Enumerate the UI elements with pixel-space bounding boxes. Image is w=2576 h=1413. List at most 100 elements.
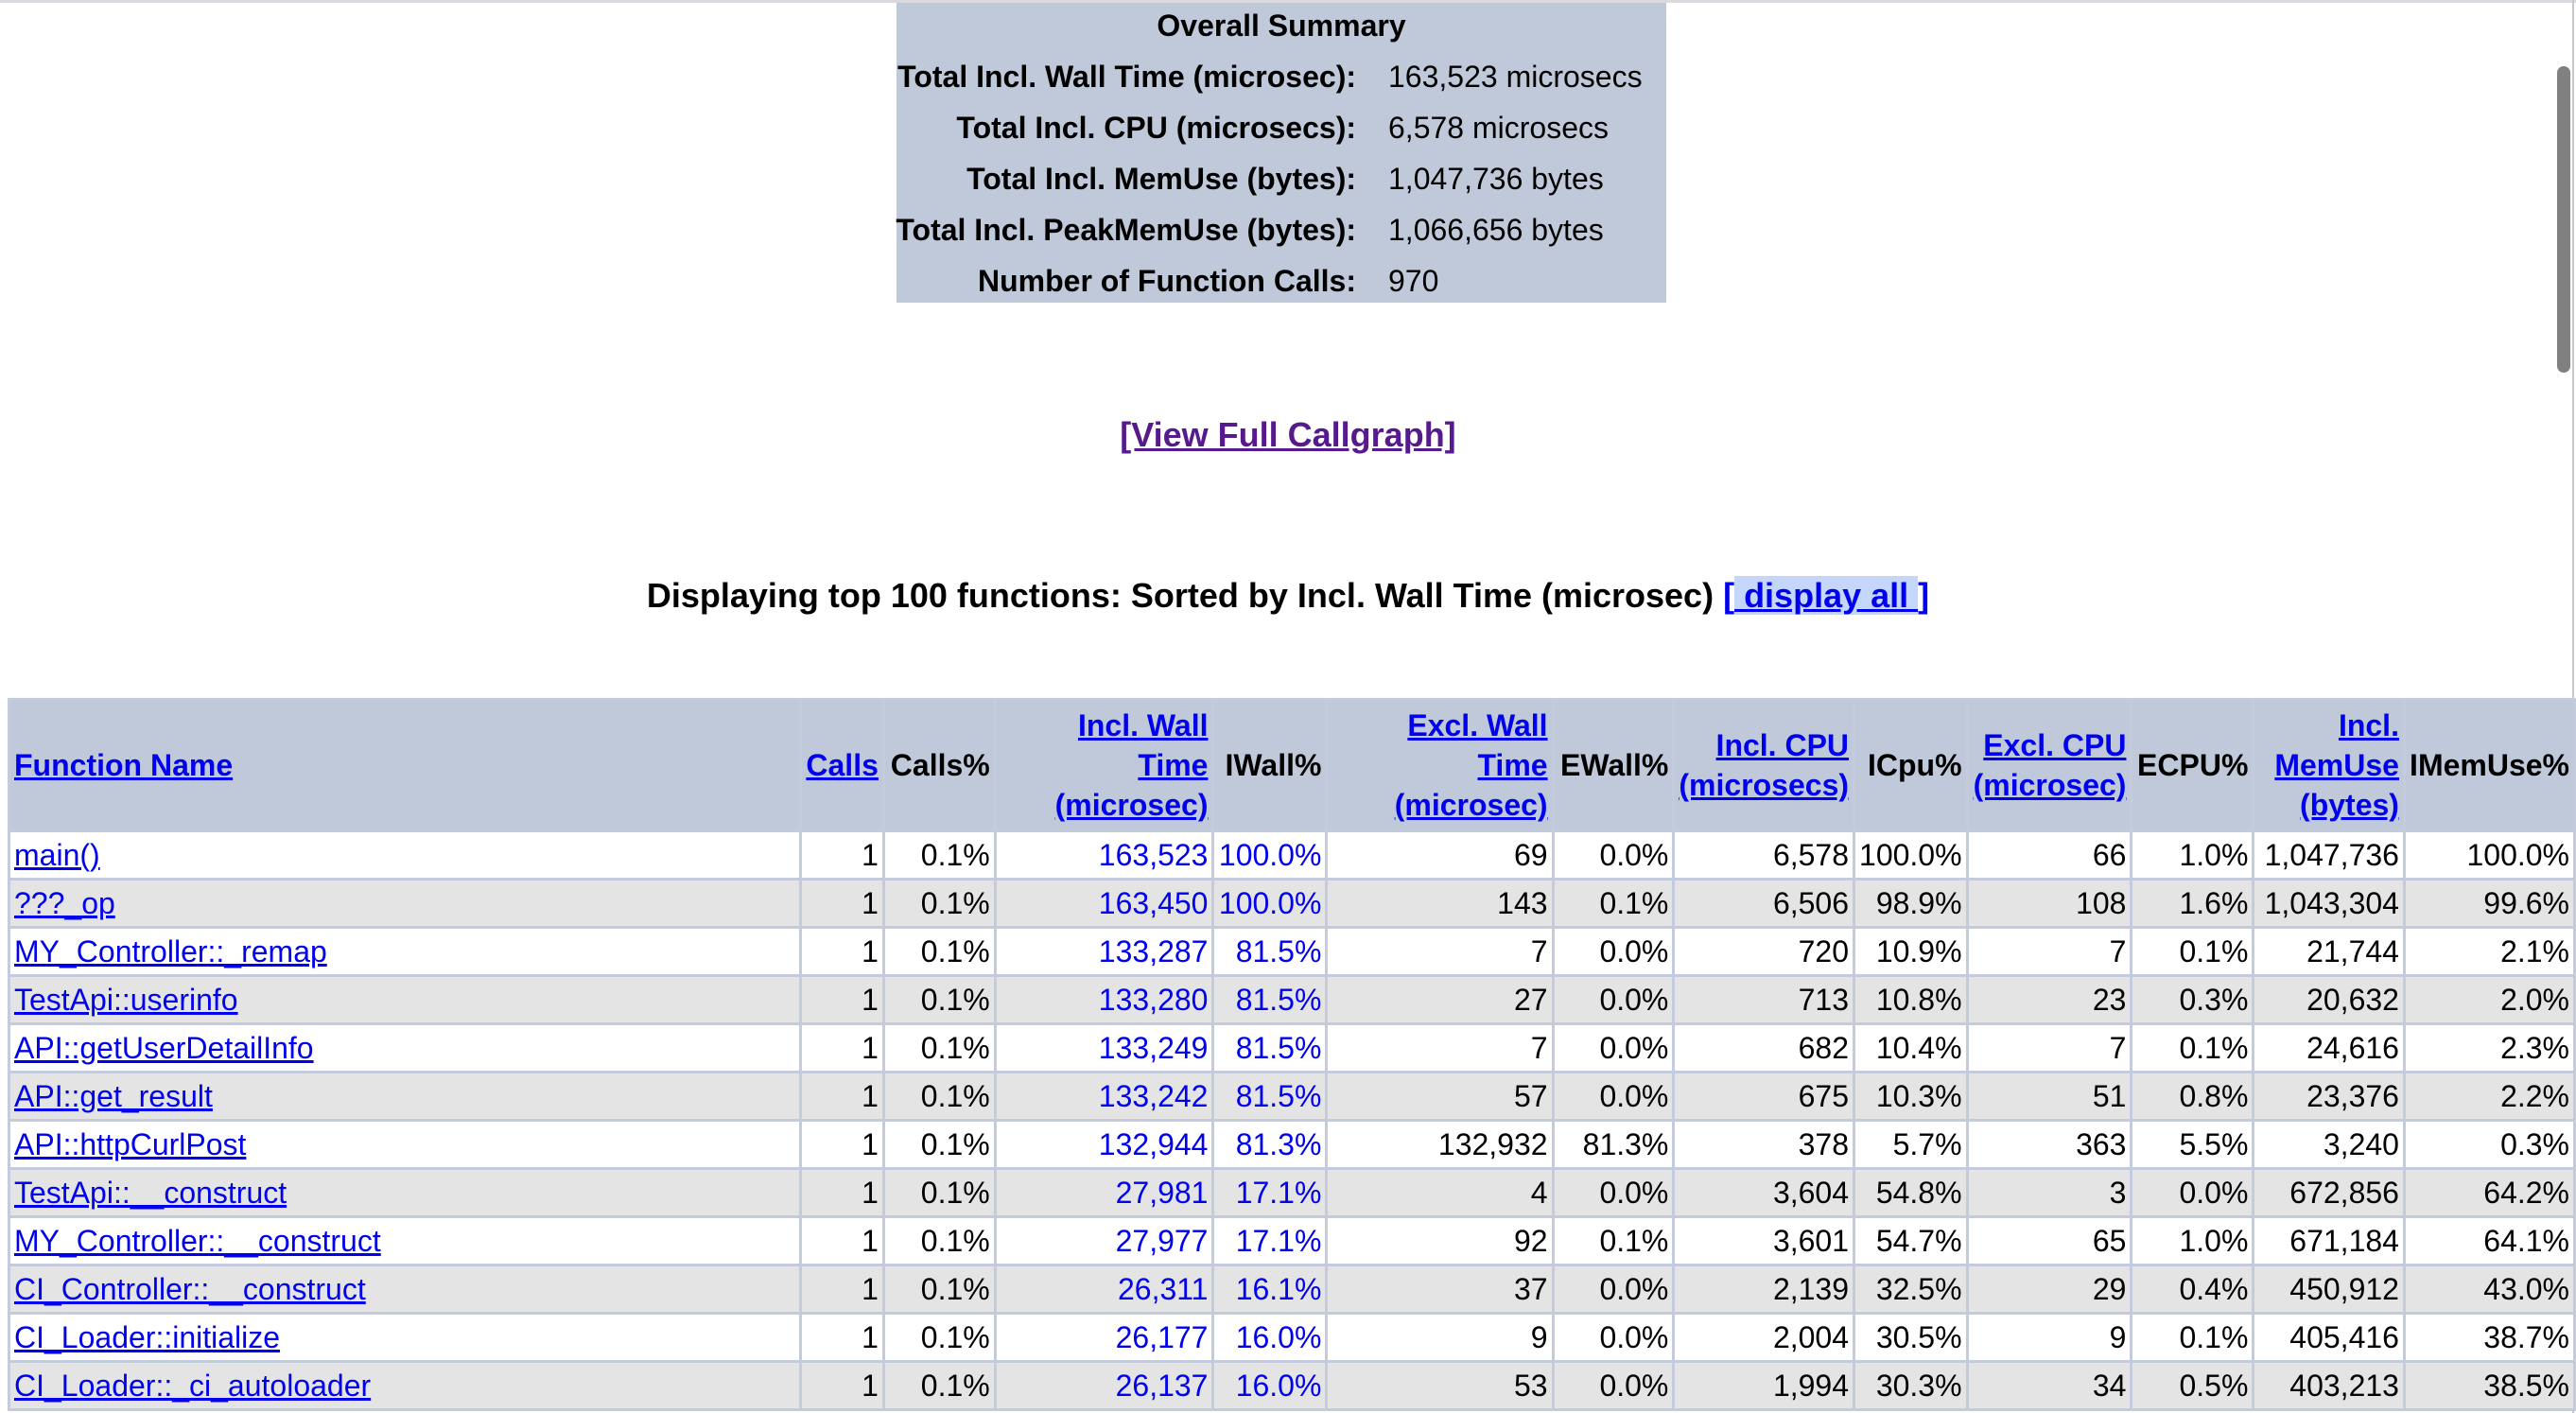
function-name-cell[interactable]: ???_op <box>8 878 802 929</box>
sort-link[interactable]: Incl. Wall Time (microsec) <box>1055 708 1209 822</box>
metric-cell: 4 <box>1325 1167 1555 1218</box>
function-link[interactable]: API::getUserDetailInfo <box>14 1031 314 1065</box>
function-link[interactable]: API::get_result <box>14 1079 213 1113</box>
function-name-cell[interactable]: API::getUserDetailInfo <box>8 1022 802 1073</box>
function-name-cell[interactable]: main() <box>8 829 802 881</box>
summary-row-wall-time: Total Incl. Wall Time (microsec): 163,52… <box>896 58 1666 96</box>
metric-cell: 133,242 <box>993 1071 1215 1122</box>
metric-cell: 143 <box>1325 878 1555 929</box>
metric-cell: 1 <box>798 878 885 929</box>
metric-cell: 81.5% <box>1211 974 1329 1025</box>
function-link[interactable]: CI_Loader::initialize <box>14 1320 280 1354</box>
display-all-open-bracket: [ <box>1723 576 1735 615</box>
metric-cell: 0.1% <box>881 1167 997 1218</box>
metric-cell: 99.6% <box>2402 878 2576 929</box>
metric-cell: 0.1% <box>881 1264 997 1315</box>
metric-cell: 9 <box>1965 1312 2133 1363</box>
display-status-line: Displaying top 100 functions: Sorted by … <box>0 573 2576 619</box>
metric-cell: 0.0% <box>1551 1264 1676 1315</box>
metric-cell: 26,311 <box>993 1264 1215 1315</box>
function-name-cell[interactable]: MY_Controller::_remap <box>8 926 802 977</box>
metric-cell: 132,944 <box>993 1119 1215 1170</box>
sort-link[interactable]: Incl. CPU (microsecs) <box>1679 728 1849 802</box>
function-link[interactable]: MY_Controller::_remap <box>14 934 327 968</box>
function-name-cell[interactable]: CI_Controller::__construct <box>8 1264 802 1315</box>
sort-link[interactable]: Function Name <box>14 748 233 782</box>
metric-cell: 2.2% <box>2402 1071 2576 1122</box>
metric-cell: 450,912 <box>2252 1264 2406 1315</box>
metric-cell: 81.3% <box>1211 1119 1329 1170</box>
display-all-close-bracket: ] <box>1918 576 1930 615</box>
metric-cell: 0.1% <box>2130 1022 2255 1073</box>
function-name-cell[interactable]: CI_Loader::_ci_autoloader <box>8 1360 802 1411</box>
function-name-cell[interactable]: TestApi::userinfo <box>8 974 802 1025</box>
function-link[interactable]: MY_Controller::__construct <box>14 1224 381 1258</box>
metric-cell: 20,632 <box>2252 974 2406 1025</box>
sort-link[interactable]: Incl. MemUse (bytes) <box>2274 708 2399 822</box>
metric-cell: 16.0% <box>1211 1360 1329 1411</box>
function-name-cell[interactable]: MY_Controller::__construct <box>8 1215 802 1266</box>
summary-label: Total Incl. MemUse (bytes): <box>966 162 1356 196</box>
table-row: TestApi::__construct 1 0.1% 27,981 17.1% 4 0.0… <box>8 1167 2576 1218</box>
summary-label: Number of Function Calls: <box>978 264 1356 298</box>
metric-cell: 0.1% <box>2130 1312 2255 1363</box>
view-full-callgraph-link[interactable]: [View Full Callgraph] <box>1120 415 1455 454</box>
function-link[interactable]: main() <box>14 838 100 872</box>
metric-cell: 1 <box>798 829 885 881</box>
metric-cell: 405,416 <box>2252 1312 2406 1363</box>
summary-row-memuse: Total Incl. MemUse (bytes): 1,047,736 by… <box>896 160 1666 198</box>
function-name-cell[interactable]: CI_Loader::initialize <box>8 1312 802 1363</box>
metric-cell: 64.1% <box>2402 1215 2576 1266</box>
summary-value: 1,047,736 bytes <box>1388 162 1604 196</box>
function-link[interactable]: ???_op <box>14 886 115 920</box>
sort-link[interactable]: Calls <box>806 748 878 782</box>
metric-cell: 7 <box>1965 1022 2133 1073</box>
column-header[interactable]: Incl. MemUse (bytes) <box>2252 698 2406 832</box>
function-link[interactable]: TestApi::__construct <box>14 1176 287 1210</box>
metric-cell: 682 <box>1672 1022 1856 1073</box>
metric-cell: 133,287 <box>993 926 1215 977</box>
summary-value: 6,578 microsecs <box>1388 111 1609 145</box>
metric-cell: 5.7% <box>1853 1119 1969 1170</box>
metric-cell: 403,213 <box>2252 1360 2406 1411</box>
function-link[interactable]: API::httpCurlPost <box>14 1127 246 1161</box>
column-header: IWall% <box>1211 698 1329 832</box>
summary-title: Overall Summary <box>1157 9 1406 43</box>
column-header[interactable]: Function Name <box>8 698 802 832</box>
metric-cell: 100.0% <box>1211 878 1329 929</box>
function-name-cell[interactable]: TestApi::__construct <box>8 1167 802 1218</box>
function-name-cell[interactable]: API::httpCurlPost <box>8 1119 802 1170</box>
column-header[interactable]: Incl. CPU (microsecs) <box>1672 698 1856 832</box>
column-header[interactable]: Excl. CPU (microsec) <box>1965 698 2133 832</box>
vertical-scrollbar-thumb[interactable] <box>2557 66 2570 373</box>
display-all-link[interactable]: [ display all ] <box>1723 576 1929 615</box>
column-header[interactable]: Incl. Wall Time (microsec) <box>993 698 1215 832</box>
function-link[interactable]: TestApi::userinfo <box>14 983 238 1017</box>
metric-cell: 27,981 <box>993 1167 1215 1218</box>
metric-cell: 108 <box>1965 878 2133 929</box>
metric-cell: 3,240 <box>2252 1119 2406 1170</box>
metric-cell: 81.3% <box>1551 1119 1676 1170</box>
column-header[interactable]: Excl. Wall Time (microsec) <box>1325 698 1555 832</box>
metric-cell: 7 <box>1965 926 2133 977</box>
table-row: ???_op 1 0.1% 163,450 100.0% 143 0.1% 6,506 98.9… <box>8 878 2576 929</box>
sort-link[interactable]: Excl. CPU (microsec) <box>1974 728 2127 802</box>
metric-cell: 27,977 <box>993 1215 1215 1266</box>
metric-cell: 1,994 <box>1672 1360 1856 1411</box>
summary-label: Total Incl. CPU (microsecs): <box>956 111 1356 145</box>
metric-cell: 0.5% <box>2130 1360 2255 1411</box>
metric-cell: 671,184 <box>2252 1215 2406 1266</box>
table-header-row: Function Name Calls Calls% Incl. Wall Time … <box>8 698 2576 832</box>
function-link[interactable]: CI_Controller::__construct <box>14 1272 366 1306</box>
function-link[interactable]: CI_Loader::_ci_autoloader <box>14 1369 371 1403</box>
sort-link[interactable]: Excl. Wall Time (microsec) <box>1395 708 1548 822</box>
metric-cell: 17.1% <box>1211 1215 1329 1266</box>
summary-row-function-calls: Number of Function Calls: 970 <box>896 262 1666 300</box>
metric-cell: 30.3% <box>1853 1360 1969 1411</box>
function-name-cell[interactable]: API::get_result <box>8 1071 802 1122</box>
summary-label: Total Incl. Wall Time (microsec): <box>897 60 1356 94</box>
table-row: API::httpCurlPost 1 0.1% 132,944 81.3% 132,93… <box>8 1119 2576 1170</box>
table-row: MY_Controller::_remap 1 0.1% 133,287 81.5% 7 0… <box>8 926 2576 977</box>
metric-cell: 675 <box>1672 1071 1856 1122</box>
column-header[interactable]: Calls <box>798 698 885 832</box>
